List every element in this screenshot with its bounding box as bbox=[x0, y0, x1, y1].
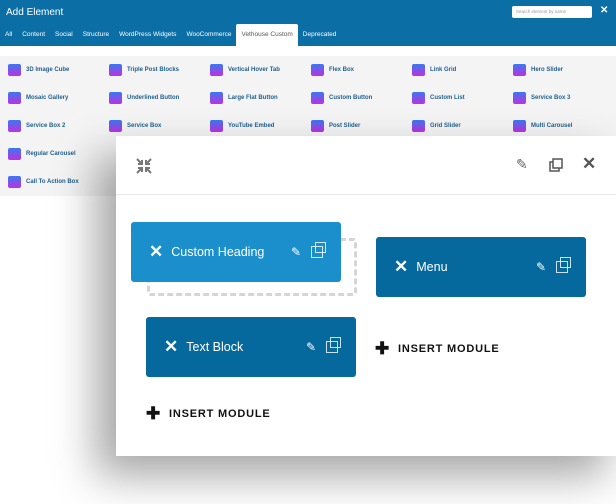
remove-icon[interactable]: ✕ bbox=[164, 337, 178, 357]
element-label: Custom Button bbox=[329, 95, 373, 101]
dialog-header: Add Element Search element by name ✕ All… bbox=[0, 0, 616, 46]
element-label: Post Slider bbox=[329, 123, 361, 129]
element-label: Grid Slider bbox=[430, 123, 461, 129]
tab-woocommerce[interactable]: WooCommerce bbox=[181, 24, 236, 46]
pencil-icon[interactable]: ✎ bbox=[291, 245, 301, 259]
remove-icon[interactable]: ✕ bbox=[149, 242, 163, 262]
pencil-icon[interactable]: ✎ bbox=[516, 156, 528, 173]
module-label: Menu bbox=[416, 260, 448, 274]
element-item[interactable]: Service Box 2 bbox=[8, 112, 109, 140]
tab-deprecated[interactable]: Deprecated bbox=[298, 24, 342, 46]
element-icon bbox=[210, 92, 223, 104]
element-icon bbox=[210, 64, 223, 76]
element-item[interactable]: Triple Post Blocks bbox=[109, 56, 210, 84]
element-item[interactable]: Mosaic Gallery bbox=[8, 84, 109, 112]
element-label: Underlined Button bbox=[127, 95, 180, 101]
copy-icon[interactable] bbox=[556, 257, 571, 273]
element-label: Regular Carousel bbox=[26, 151, 76, 157]
element-item[interactable]: Underlined Button bbox=[109, 84, 210, 112]
element-label: Hero Slider bbox=[531, 67, 564, 73]
pencil-icon[interactable]: ✎ bbox=[536, 260, 546, 274]
element-label: Triple Post Blocks bbox=[127, 67, 180, 73]
element-label: Link Grid bbox=[430, 67, 457, 73]
element-label: Vertical Hover Tab bbox=[228, 67, 280, 73]
element-label: Flex Box bbox=[329, 67, 355, 73]
element-label: Service Box 3 bbox=[531, 95, 571, 101]
element-item[interactable]: Vertical Hover Tab bbox=[210, 56, 311, 84]
element-icon bbox=[311, 92, 324, 104]
element-icon bbox=[8, 176, 21, 188]
tab-wordpress-widgets[interactable]: WordPress Widgets bbox=[114, 24, 181, 46]
copy-icon[interactable] bbox=[326, 337, 341, 353]
element-icon bbox=[8, 120, 21, 132]
element-item[interactable]: Custom List bbox=[412, 84, 513, 112]
element-icon bbox=[412, 120, 425, 132]
element-icon bbox=[513, 92, 526, 104]
element-item[interactable]: 3D Image Cube bbox=[8, 56, 109, 84]
element-icon bbox=[412, 64, 425, 76]
close-icon[interactable]: ✕ bbox=[600, 5, 608, 16]
element-label: Large Flat Button bbox=[228, 95, 278, 101]
element-label: Multi Carousel bbox=[531, 123, 573, 129]
element-label: Service Box 2 bbox=[26, 123, 66, 129]
tab-all[interactable]: All bbox=[0, 24, 17, 46]
tab-content[interactable]: Content bbox=[17, 24, 50, 46]
tab-social[interactable]: Social bbox=[50, 24, 78, 46]
element-item[interactable]: Link Grid bbox=[412, 56, 513, 84]
element-icon bbox=[8, 64, 21, 76]
element-icon bbox=[109, 92, 122, 104]
element-item[interactable]: Hero Slider bbox=[513, 56, 614, 84]
element-label: Custom List bbox=[430, 95, 465, 101]
element-icon bbox=[311, 64, 324, 76]
element-label: 3D Image Cube bbox=[26, 67, 70, 73]
element-icon bbox=[109, 64, 122, 76]
element-item[interactable]: Custom Button bbox=[311, 84, 412, 112]
element-item[interactable]: Regular Carousel bbox=[8, 140, 109, 168]
module-label: Text Block bbox=[186, 340, 244, 354]
category-tabs: All Content Social Structure WordPress Widge… bbox=[0, 24, 341, 46]
element-label: Mosaic Gallery bbox=[26, 95, 69, 101]
plus-icon: ✚ bbox=[146, 404, 162, 423]
insert-module-button[interactable]: ✚ INSERT MODULE bbox=[375, 339, 500, 359]
copy-icon[interactable] bbox=[549, 158, 563, 172]
element-icon bbox=[109, 120, 122, 132]
element-icon bbox=[210, 120, 223, 132]
collapse-arrows-icon[interactable] bbox=[136, 158, 152, 174]
module-text-block[interactable]: ✕ Text Block ✎ bbox=[146, 317, 356, 377]
tab-structure[interactable]: Structure bbox=[78, 24, 114, 46]
element-icon bbox=[513, 120, 526, 132]
plus-icon: ✚ bbox=[375, 339, 391, 358]
element-label: YouTube Embed bbox=[228, 123, 275, 129]
search-input[interactable]: Search element by name bbox=[512, 6, 592, 18]
element-label: Call To Action Box bbox=[26, 179, 79, 185]
element-icon bbox=[513, 64, 526, 76]
module-custom-heading[interactable]: ✕ Custom Heading ✎ bbox=[131, 222, 341, 282]
element-icon bbox=[8, 92, 21, 104]
insert-module-button[interactable]: ✚ INSERT MODULE bbox=[146, 404, 271, 424]
element-label: Service Box bbox=[127, 123, 162, 129]
element-item[interactable]: Service Box 3 bbox=[513, 84, 614, 112]
element-item[interactable]: Flex Box bbox=[311, 56, 412, 84]
module-menu[interactable]: ✕ Menu ✎ bbox=[376, 237, 586, 297]
element-icon bbox=[311, 120, 324, 132]
remove-icon[interactable]: ✕ bbox=[394, 257, 408, 277]
insert-module-label: INSERT MODULE bbox=[398, 343, 500, 355]
element-icon bbox=[412, 92, 425, 104]
pencil-icon[interactable]: ✎ bbox=[306, 340, 316, 354]
element-item[interactable]: Large Flat Button bbox=[210, 84, 311, 112]
close-icon[interactable]: ✕ bbox=[582, 154, 596, 174]
dialog-title: Add Element bbox=[6, 7, 64, 18]
element-icon bbox=[8, 148, 21, 160]
insert-module-label: INSERT MODULE bbox=[169, 408, 271, 420]
module-label: Custom Heading bbox=[171, 245, 265, 259]
element-item[interactable]: Call To Action Box bbox=[8, 168, 109, 196]
copy-icon[interactable] bbox=[311, 242, 326, 258]
tab-vethouse-custom[interactable]: Vethouse Custom bbox=[236, 24, 298, 46]
panel-toolbar: ✎ ✕ bbox=[116, 136, 616, 195]
